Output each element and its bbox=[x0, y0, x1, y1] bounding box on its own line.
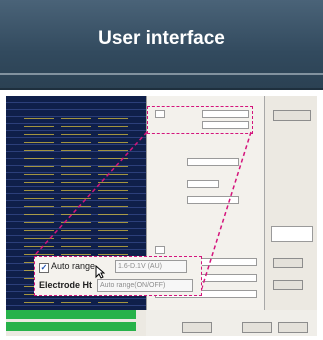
checkbox-icon: ✓ bbox=[40, 263, 48, 272]
callout-lines bbox=[33, 131, 252, 295]
page-title: User interface bbox=[98, 28, 225, 49]
zoom-callout: ✓ Auto range 1.6-D.1V (AU) Electrode Ht … bbox=[34, 256, 202, 296]
auto-range-checkbox[interactable]: ✓ bbox=[39, 263, 49, 273]
auto-range-label: Auto range bbox=[51, 261, 96, 271]
electrode-label: Electrode Ht bbox=[39, 280, 93, 290]
header-banner: User interface bbox=[0, 0, 323, 90]
header-divider bbox=[0, 73, 323, 75]
auto-range-field[interactable]: 1.6-D.1V (AU) bbox=[115, 260, 187, 273]
mouse-cursor-icon bbox=[95, 265, 105, 279]
software-screenshot: ✓ Auto range 1.6-D.1V (AU) Electrode Ht … bbox=[6, 96, 317, 336]
electrode-field[interactable]: Auto range(ON/OFF) bbox=[97, 279, 193, 292]
